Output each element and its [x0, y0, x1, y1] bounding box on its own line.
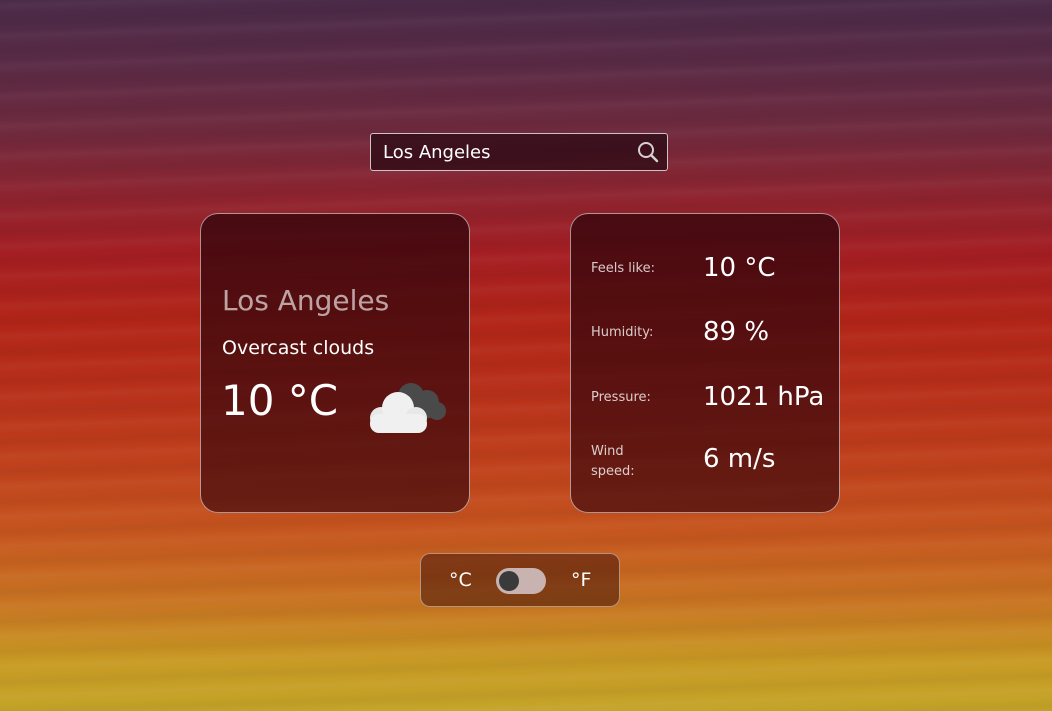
city-search-box: [370, 133, 668, 171]
celsius-label[interactable]: °C: [449, 569, 472, 591]
city-name: Los Angeles: [222, 284, 390, 317]
unit-toggle-switch[interactable]: [496, 568, 546, 594]
pressure-value: 1021 hPa: [703, 382, 825, 412]
city-search-input[interactable]: [383, 134, 623, 170]
toggle-knob: [499, 571, 519, 591]
humidity-label: Humidity:: [591, 325, 654, 340]
feels-like-value: 10 °C: [703, 253, 776, 283]
search-button[interactable]: [635, 139, 661, 165]
weather-condition: Overcast clouds: [222, 337, 375, 359]
overcast-clouds-icon: [370, 383, 446, 433]
unit-toggle-bar: °C °F: [420, 553, 620, 607]
humidity-value: 89 %: [703, 317, 770, 347]
fahrenheit-label[interactable]: °F: [571, 569, 591, 591]
current-weather-card: Los Angeles Overcast clouds 10 °C: [200, 213, 470, 513]
feels-like-label: Feels like:: [591, 261, 655, 276]
wind-speed-label: Wind speed:: [591, 444, 635, 479]
wind-speed-row: Wind speed: 6 m/s: [591, 442, 831, 482]
wind-speed-value: 6 m/s: [703, 444, 776, 474]
search-icon: [638, 142, 659, 163]
humidity-row: Humidity: 89 %: [591, 317, 831, 363]
pressure-label: Pressure:: [591, 390, 651, 405]
pressure-row: Pressure: 1021 hPa: [591, 382, 831, 428]
weather-details-card: Feels like: 10 °C Humidity: 89 % Pressur…: [570, 213, 840, 513]
current-temperature: 10 °C: [221, 376, 339, 425]
feels-like-row: Feels like: 10 °C: [591, 253, 831, 299]
